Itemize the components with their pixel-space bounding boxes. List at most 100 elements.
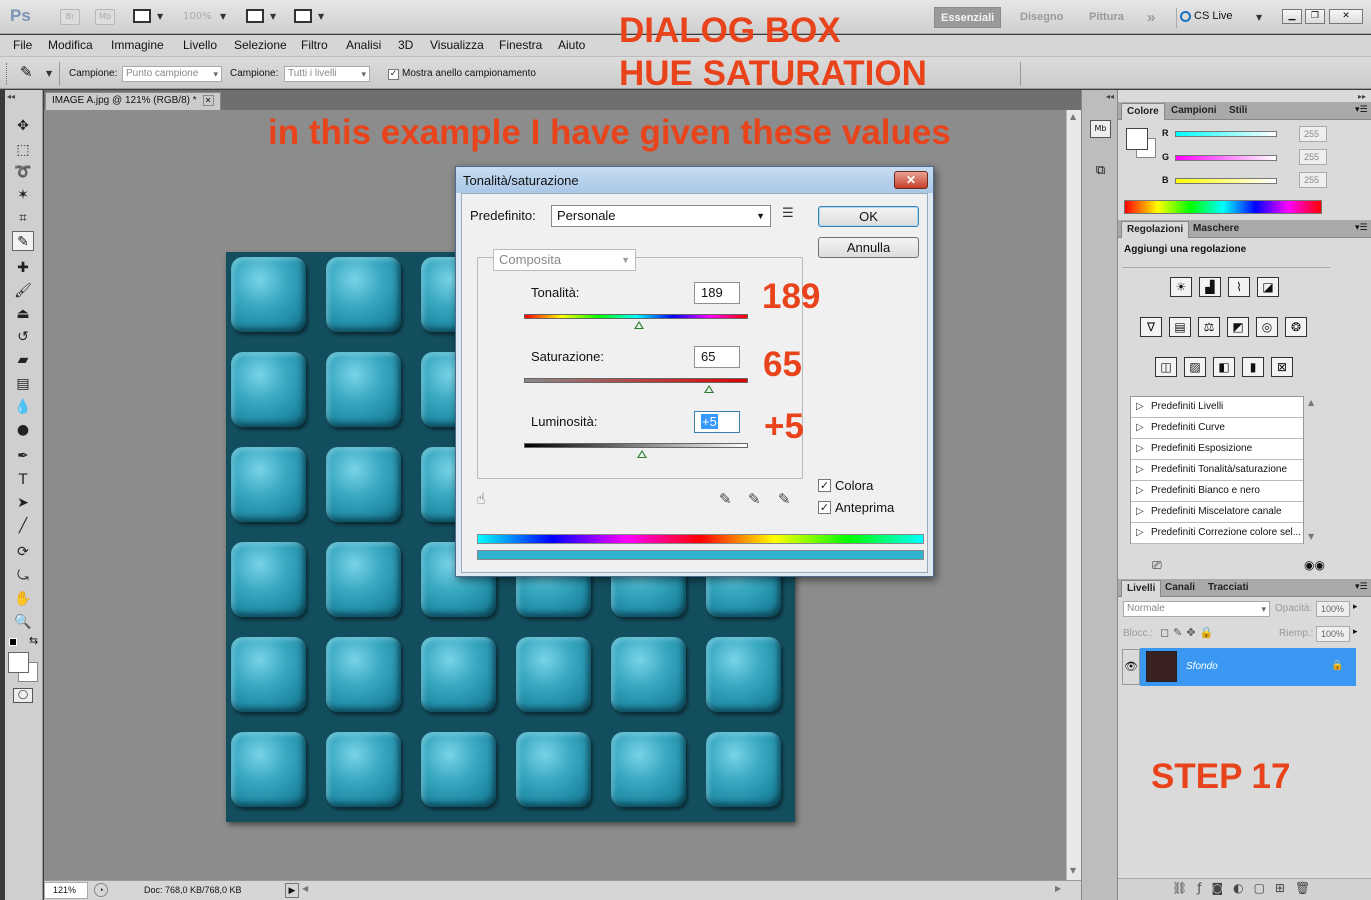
arrange-documents-icon[interactable] <box>246 9 264 23</box>
menu-file[interactable]: File <box>13 38 32 52</box>
quick-mask-icon[interactable]: ◯ <box>13 688 33 703</box>
panel-menu-icon[interactable]: ▾☰ <box>1355 582 1368 592</box>
preset-options-icon[interactable]: ☰ <box>782 206 794 221</box>
collapse-arrows-icon[interactable]: ◂◂ <box>7 92 15 101</box>
dodge-tool-icon[interactable]: ● <box>12 420 34 440</box>
brush-tool-icon[interactable]: 🖌 <box>12 281 34 301</box>
clone-stamp-tool-icon[interactable]: ⏏ <box>12 304 34 324</box>
tab-color[interactable]: Colore <box>1121 103 1165 120</box>
hue-saturation-icon[interactable]: ▤ <box>1169 317 1191 337</box>
chevron-down-icon[interactable]: ▼ <box>1256 13 1262 22</box>
preset-black-white[interactable]: Predefiniti Bianco e nero <box>1131 481 1303 502</box>
hue-slider-thumb[interactable] <box>633 321 644 329</box>
layer-visibility-eye-icon[interactable]: 👁 <box>1122 649 1140 685</box>
selective-color-icon[interactable]: ⊠ <box>1271 357 1293 377</box>
dialog-close-button[interactable]: ✕ <box>894 171 928 189</box>
invert-icon[interactable]: ◫ <box>1155 357 1177 377</box>
targeted-adjustment-hand-icon[interactable]: ☝ <box>476 489 486 508</box>
green-channel-slider[interactable] <box>1175 155 1277 161</box>
more-workspaces-icon[interactable]: » <box>1141 7 1161 28</box>
preset-selective-color[interactable]: Predefiniti Correzione colore sel... <box>1131 523 1303 544</box>
channel-select[interactable]: Composita ▼ <box>493 249 636 271</box>
color-balance-icon[interactable]: ⚖ <box>1198 317 1220 337</box>
foreground-color-swatch[interactable] <box>1126 128 1148 150</box>
lasso-tool-icon[interactable]: ➰ <box>12 162 34 182</box>
hand-tool-icon[interactable]: ✋ <box>12 589 34 609</box>
menu-3d[interactable]: 3D <box>398 38 413 52</box>
move-tool-icon[interactable]: ✥ <box>12 116 34 136</box>
foreground-color-swatch[interactable] <box>8 652 29 673</box>
saturation-slider-track[interactable] <box>524 378 748 383</box>
close-window-button[interactable]: ✕ <box>1329 9 1363 24</box>
blue-channel-value[interactable]: 255 <box>1299 172 1327 188</box>
collapse-arrows-icon[interactable]: ▸▸ <box>1358 92 1366 101</box>
minibridge-panel-icon[interactable]: Mb <box>1090 120 1111 138</box>
type-tool-icon[interactable]: T <box>12 470 34 490</box>
colorize-checkbox[interactable]: ✓ <box>818 479 831 492</box>
return-to-list-icon[interactable]: ⎚ <box>1152 558 1162 573</box>
scroll-down-icon[interactable]: ▼ <box>1308 532 1314 541</box>
tab-adjustments[interactable]: Regolazioni <box>1121 221 1190 238</box>
preset-exposure[interactable]: Predefiniti Esposizione <box>1131 439 1303 460</box>
menu-filter[interactable]: Filtro <box>301 38 328 52</box>
status-menu-arrow-icon[interactable]: ▶ <box>285 883 299 898</box>
red-channel-value[interactable]: 255 <box>1299 126 1327 142</box>
color-ramp[interactable] <box>1124 200 1322 214</box>
chevron-down-icon[interactable]: ▼ <box>220 12 226 21</box>
preset-channel-mixer[interactable]: Predefiniti Miscelatore canale <box>1131 502 1303 523</box>
tab-paths[interactable]: Tracciati <box>1203 580 1254 597</box>
exposure-icon[interactable]: ◪ <box>1257 277 1279 297</box>
scroll-up-icon[interactable]: ▲ <box>1308 398 1314 407</box>
fill-value[interactable]: 100% <box>1316 626 1350 642</box>
preset-hue-saturation[interactable]: Predefiniti Tonalità/saturazione <box>1131 460 1303 481</box>
zoom-level-select[interactable]: 100% <box>183 11 212 22</box>
tab-channels[interactable]: Canali <box>1160 580 1200 597</box>
tab-masks[interactable]: Maschere <box>1188 221 1244 238</box>
eyedropper-icon[interactable]: ✎ <box>719 490 732 508</box>
menu-layer[interactable]: Livello <box>183 38 217 52</box>
quick-select-tool-icon[interactable]: ✶ <box>12 185 34 205</box>
menu-window[interactable]: Finestra <box>499 38 542 52</box>
red-channel-slider[interactable] <box>1175 131 1277 137</box>
lightness-input[interactable]: +5 <box>694 411 740 433</box>
lightness-slider-track[interactable] <box>524 443 748 448</box>
clip-to-layer-icon[interactable]: ◉◉ <box>1304 558 1325 572</box>
minimize-button[interactable]: ▁ <box>1282 9 1302 24</box>
workspace-design[interactable]: Disegno <box>1014 7 1069 28</box>
vibrance-icon[interactable]: ∇ <box>1140 317 1162 337</box>
clone-source-panel-icon[interactable]: ⧉ <box>1090 163 1111 181</box>
ok-button[interactable]: OK <box>818 206 919 227</box>
preset-curves[interactable]: Predefiniti Curve <box>1131 418 1303 439</box>
chevron-down-icon[interactable]: ▼ <box>157 12 163 21</box>
minibridge-button[interactable]: Mb <box>95 9 115 25</box>
chevron-down-icon[interactable]: ▼ <box>318 12 324 21</box>
line-tool-icon[interactable]: ╱ <box>12 516 34 536</box>
photo-filter-icon[interactable]: ◎ <box>1256 317 1278 337</box>
tab-layers[interactable]: Livelli <box>1121 580 1162 597</box>
document-tab[interactable]: IMAGE A.jpg @ 121% (RGB/8) * ✕ <box>45 92 221 110</box>
3d-rotate-tool-icon[interactable]: ⟳ <box>12 542 34 562</box>
scroll-down-icon[interactable]: ▼ <box>1070 866 1076 875</box>
eyedropper-tool-icon[interactable]: ✎ <box>12 231 34 251</box>
vertical-scrollbar[interactable]: ▲ ▼ <box>1066 110 1081 880</box>
preset-select[interactable]: Personale ▼ <box>551 205 771 227</box>
healing-brush-tool-icon[interactable]: ✚ <box>12 258 34 278</box>
tab-swatches[interactable]: Campioni <box>1166 103 1222 120</box>
blur-tool-icon[interactable]: 💧 <box>12 397 34 417</box>
black-white-icon[interactable]: ◩ <box>1227 317 1249 337</box>
menu-analysis[interactable]: Analisi <box>346 38 381 52</box>
curves-icon[interactable]: ⌇ <box>1228 277 1250 297</box>
preview-checkbox[interactable]: ✓ <box>818 501 831 514</box>
saturation-input[interactable]: 65 <box>694 346 740 368</box>
hue-slider-track[interactable] <box>524 314 748 319</box>
status-icon[interactable]: ◔ <box>94 883 108 897</box>
opacity-value[interactable]: 100% <box>1316 601 1350 617</box>
fill-arrow-icon[interactable]: ▸ <box>1353 627 1358 637</box>
workspace-painting[interactable]: Pittura <box>1083 7 1130 28</box>
workspace-essentials[interactable]: Essenziali <box>934 7 1002 28</box>
cancel-button[interactable]: Annulla <box>818 237 919 258</box>
hue-input[interactable]: 189 <box>694 282 740 304</box>
panel-menu-icon[interactable]: ▾☰ <box>1355 105 1368 115</box>
eyedropper-minus-icon[interactable]: ✎ <box>778 490 791 508</box>
gradient-tool-icon[interactable]: ▤ <box>12 374 34 394</box>
